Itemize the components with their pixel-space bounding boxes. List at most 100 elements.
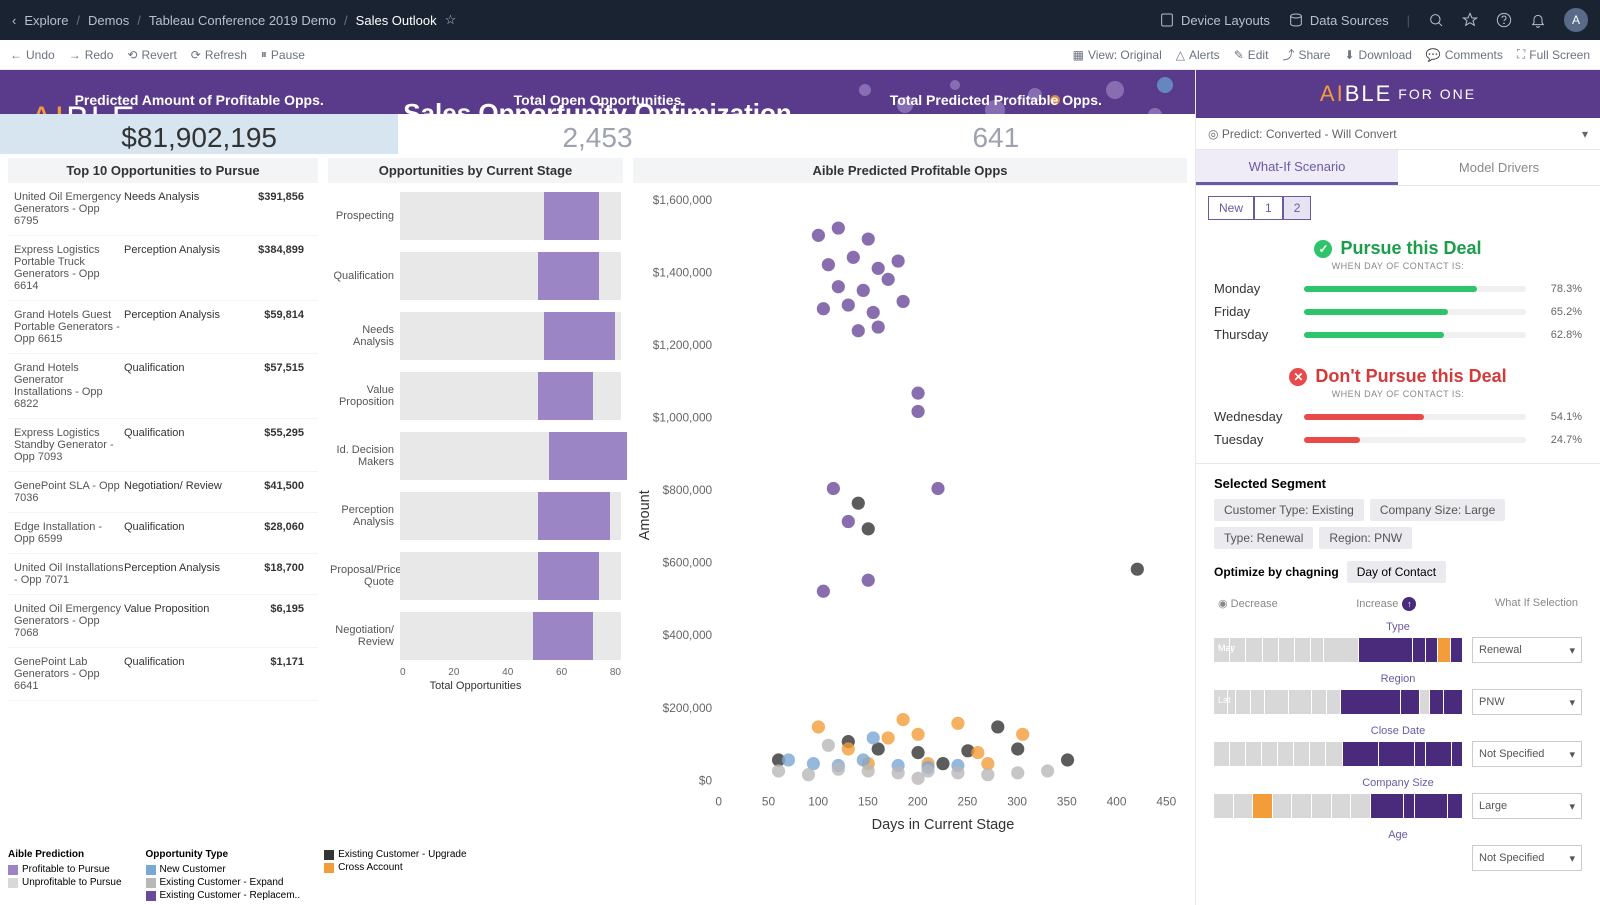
new-scenario-button[interactable]: New <box>1208 196 1254 220</box>
day-row: Monday78.3% <box>1214 281 1582 296</box>
bell-icon[interactable] <box>1530 12 1546 28</box>
undo-button[interactable]: ← Undo <box>10 48 55 62</box>
legend-item[interactable]: Existing Customer - Upgrade <box>324 849 466 860</box>
driver-row-age: AgeNot Specified▾ <box>1214 829 1582 871</box>
driver-bars[interactable] <box>1214 742 1462 766</box>
top10-table: United Oil Emergency Generators - Opp 67… <box>8 183 318 841</box>
data-sources-button[interactable]: Data Sources <box>1288 12 1389 28</box>
day-row: Friday65.2% <box>1214 304 1582 319</box>
star-icon[interactable]: ☆ <box>445 12 457 28</box>
top10-title: Top 10 Opportunities to Pursue <box>8 158 318 183</box>
driver-select[interactable]: Large▾ <box>1472 793 1582 819</box>
kpi-value[interactable]: 2,453 <box>398 114 796 154</box>
driver-row-close-date: Close DateNot Specified▾ <box>1214 725 1582 767</box>
legend-item[interactable]: Unprofitable to Pursue <box>8 877 122 888</box>
segment-tag[interactable]: Company Size: Large <box>1370 499 1505 521</box>
revert-button[interactable]: ⟲ Revert <box>127 48 176 62</box>
fullscreen-button[interactable]: ⛶ Full Screen <box>1517 47 1590 62</box>
stage-bar-row[interactable]: Negotiation/ Review <box>330 607 621 665</box>
segment-tag[interactable]: Type: Renewal <box>1214 527 1313 549</box>
legend-item[interactable]: Cross Account <box>324 862 466 873</box>
driver-bars[interactable]: MarMay <box>1214 638 1462 662</box>
legend-item[interactable]: Profitable to Pursue <box>8 864 122 875</box>
stages-bar-chart: ProspectingQualificationNeeds AnalysisVa… <box>328 183 623 841</box>
x-icon: ✕ <box>1289 368 1307 386</box>
favorite-icon[interactable] <box>1462 12 1478 28</box>
stage-bar-row[interactable]: Qualification <box>330 247 621 305</box>
driver-bars[interactable] <box>1214 794 1462 818</box>
redo-button[interactable]: → Redo <box>69 48 114 62</box>
stage-bar-row[interactable]: Id. Decision Makers <box>330 427 621 485</box>
predict-dropdown[interactable]: ◎ Predict: Converted - Will Convert▾ <box>1196 118 1600 150</box>
svg-text:200: 200 <box>908 795 928 809</box>
pause-button[interactable]: ⏸ Pause <box>261 47 305 62</box>
back-icon[interactable]: ‹ <box>12 13 16 28</box>
download-button[interactable]: ⬇ Download <box>1344 48 1411 62</box>
svg-text:450: 450 <box>1156 795 1176 809</box>
scenario-button-2[interactable]: 2 <box>1283 196 1312 220</box>
table-row[interactable]: Express Logistics Standby Generator - Op… <box>8 419 318 472</box>
stage-bar-row[interactable]: Proposal/Price Quote <box>330 547 621 605</box>
stage-bar-row[interactable]: Prospecting <box>330 187 621 245</box>
segment-tag[interactable]: Region: PNW <box>1319 527 1412 549</box>
svg-text:$200,000: $200,000 <box>663 701 713 715</box>
legend-item[interactable]: Existing Customer - Expand <box>146 877 301 888</box>
chart-legends: Aible PredictionProfitable to PursueUnpr… <box>0 845 1195 905</box>
comments-button[interactable]: 💬 Comments <box>1426 48 1503 62</box>
avatar[interactable]: A <box>1564 8 1588 32</box>
svg-text:$600,000: $600,000 <box>663 556 713 570</box>
scenario-button-1[interactable]: 1 <box>1254 196 1283 220</box>
day-row: Wednesday54.1% <box>1214 409 1582 424</box>
chevron-down-icon: ▾ <box>1569 748 1575 761</box>
help-icon[interactable] <box>1496 12 1512 28</box>
table-row[interactable]: GenePoint SLA - Opp 7036Negotiation/ Rev… <box>8 472 318 513</box>
share-button[interactable]: ⤴ Share <box>1282 46 1330 63</box>
driver-bars[interactable] <box>1214 846 1462 870</box>
stage-bar-row[interactable]: Perception Analysis <box>330 487 621 545</box>
driver-select[interactable]: PNW▾ <box>1472 689 1582 715</box>
whatif-label: What If Selection <box>1495 597 1578 611</box>
driver-select[interactable]: Renewal▾ <box>1472 637 1582 663</box>
stage-bar-row[interactable]: Needs Analysis <box>330 307 621 365</box>
table-row[interactable]: Grand Hotels Guest Portable Generators -… <box>8 301 318 354</box>
device-layouts-button[interactable]: Device Layouts <box>1159 12 1270 28</box>
alerts-button[interactable]: △ Alerts <box>1176 48 1220 62</box>
table-row[interactable]: United Oil Emergency Generators - Opp 67… <box>8 183 318 236</box>
svg-text:$1,000,000: $1,000,000 <box>653 411 713 425</box>
svg-text:350: 350 <box>1057 795 1077 809</box>
table-row[interactable]: GenePoint Lab Generators - Opp 6641Quali… <box>8 648 318 701</box>
driver-row-company-size: Company SizeLarge▾ <box>1214 777 1582 819</box>
stage-bar-row[interactable]: Value Proposition <box>330 367 621 425</box>
optimize-label: Optimize by chagning <box>1214 565 1339 579</box>
increase-label: Increase ↑ <box>1356 597 1416 611</box>
table-row[interactable]: Edge Installation - Opp 6599Qualificatio… <box>8 513 318 554</box>
legend-item[interactable]: Existing Customer - Replacem.. <box>146 890 301 901</box>
kpi-value[interactable]: 641 <box>797 114 1195 154</box>
check-icon: ✓ <box>1314 240 1332 258</box>
tab-model-drivers[interactable]: Model Drivers <box>1398 150 1600 185</box>
svg-text:0: 0 <box>715 795 722 809</box>
table-row[interactable]: Express Logistics Portable Truck Generat… <box>8 236 318 301</box>
stages-title: Opportunities by Current Stage <box>328 158 623 183</box>
table-row[interactable]: Grand Hotels Generator Installations - O… <box>8 354 318 419</box>
table-row[interactable]: United Oil Emergency Generators - Opp 70… <box>8 595 318 648</box>
svg-text:150: 150 <box>858 795 878 809</box>
legend-item[interactable]: New Customer <box>146 864 301 875</box>
pursue-title: ✓Pursue this Deal <box>1214 238 1582 259</box>
edit-button[interactable]: ✎ Edit <box>1234 48 1269 62</box>
optimize-chip[interactable]: Day of Contact <box>1347 561 1446 583</box>
refresh-button[interactable]: ⟳ Refresh <box>191 48 247 62</box>
segment-title: Selected Segment <box>1214 476 1582 491</box>
driver-select[interactable]: Not Specified▾ <box>1472 845 1582 871</box>
driver-select[interactable]: Not Specified▾ <box>1472 741 1582 767</box>
tab-what-if-scenario[interactable]: What-If Scenario <box>1196 150 1398 185</box>
table-row[interactable]: United Oil Installations - Opp 7071Perce… <box>8 554 318 595</box>
kpi-value[interactable]: $81,902,195 <box>0 114 398 154</box>
segment-tag[interactable]: Customer Type: Existing <box>1214 499 1364 521</box>
search-icon[interactable] <box>1428 12 1444 28</box>
svg-text:Days in Current Stage: Days in Current Stage <box>872 817 1015 833</box>
view-button[interactable]: ▦ View: Original <box>1073 48 1162 62</box>
driver-bars[interactable]: Lat <box>1214 690 1462 714</box>
svg-text:$400,000: $400,000 <box>663 628 713 642</box>
svg-text:$1,200,000: $1,200,000 <box>653 338 713 352</box>
